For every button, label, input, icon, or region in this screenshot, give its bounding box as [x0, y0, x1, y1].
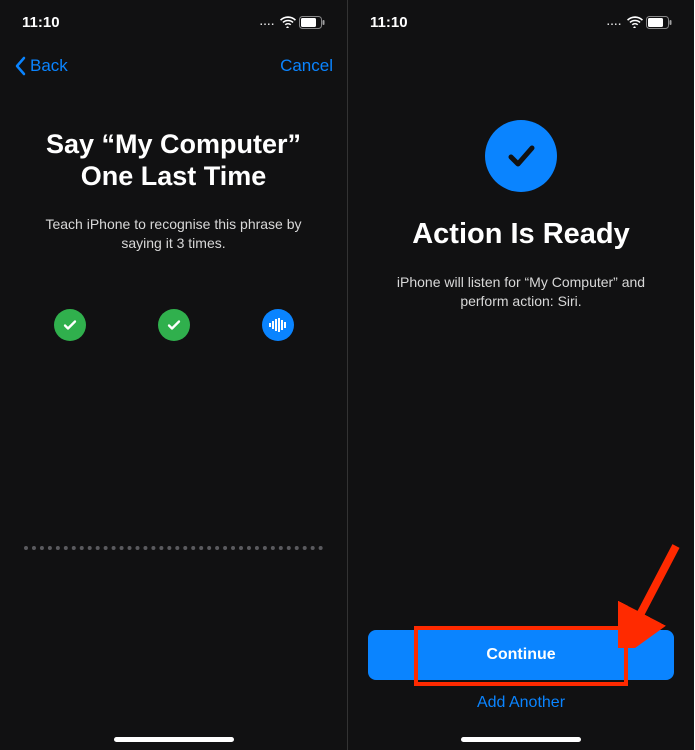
- wifi-icon: [627, 16, 643, 28]
- status-time: 11:10: [370, 14, 408, 31]
- waveform-placeholder-line: [24, 546, 323, 550]
- checkmark-icon: [62, 317, 78, 333]
- progress-indicators: [54, 309, 294, 341]
- success-checkmark: [485, 120, 557, 192]
- add-another-button[interactable]: Add Another: [477, 694, 565, 712]
- back-label: Back: [30, 56, 68, 76]
- waveform-icon: [269, 318, 287, 332]
- content-left: Say “My Computer” One Last Time Teach iP…: [0, 88, 347, 750]
- progress-step-3-recording: [262, 309, 294, 341]
- checkmark-icon: [501, 136, 541, 176]
- progress-step-1-done: [54, 309, 86, 341]
- nav-bar: Back Cancel: [0, 44, 347, 88]
- continue-button[interactable]: Continue: [368, 630, 674, 680]
- signal-dots: ....: [607, 17, 622, 28]
- title-line2: One Last Time: [46, 160, 301, 192]
- progress-step-2-done: [158, 309, 190, 341]
- title-line1: Say “My Computer”: [46, 129, 301, 159]
- button-area: Continue Add Another: [368, 630, 674, 712]
- back-button[interactable]: Back: [14, 56, 68, 76]
- status-time: 11:10: [22, 14, 60, 31]
- page-title: Action Is Ready: [412, 218, 630, 251]
- home-indicator[interactable]: [114, 737, 234, 742]
- home-indicator[interactable]: [461, 737, 581, 742]
- instruction-text: Teach iPhone to recognise this phrase by…: [20, 215, 327, 253]
- signal-dots: ....: [260, 17, 275, 28]
- battery-icon: [646, 16, 672, 29]
- cancel-button[interactable]: Cancel: [280, 56, 333, 76]
- page-title: Say “My Computer” One Last Time: [46, 128, 301, 193]
- status-bar: 11:10 ....: [0, 0, 347, 44]
- screen-action-ready: 11:10 .... Action Is Ready iPhone will l…: [347, 0, 694, 750]
- wifi-icon: [280, 16, 296, 28]
- screen-teach-phrase: 11:10 .... Back Cancel Say “My Computer”…: [0, 0, 347, 750]
- status-bar: 11:10 ....: [348, 0, 694, 44]
- checkmark-icon: [166, 317, 182, 333]
- description-text: iPhone will listen for “My Computer” and…: [368, 273, 674, 311]
- status-right: ....: [607, 16, 672, 29]
- chevron-left-icon: [14, 56, 26, 76]
- status-right: ....: [260, 16, 325, 29]
- battery-icon: [299, 16, 325, 29]
